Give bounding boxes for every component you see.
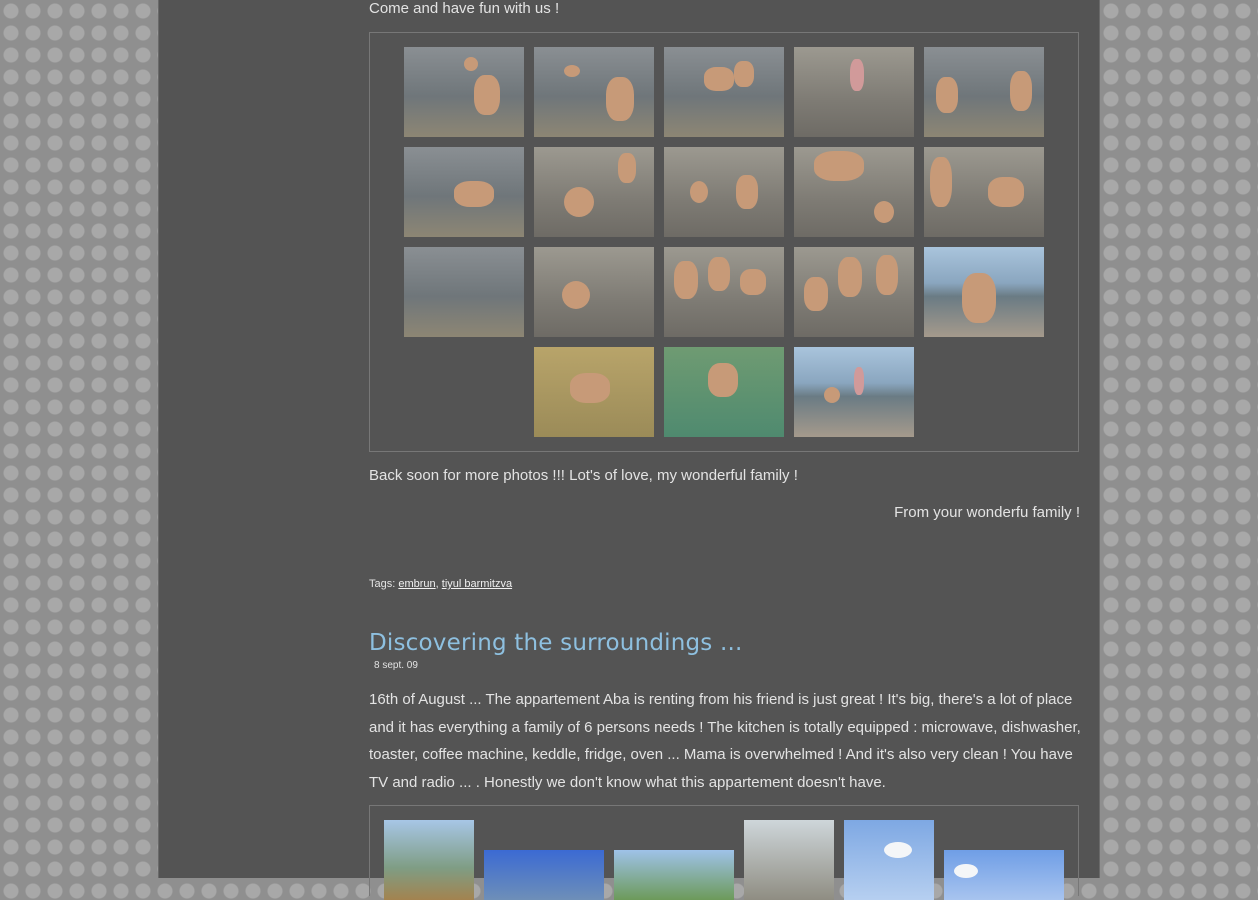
- content-column: Come and have fun with us ! Back soon fo…: [158, 0, 1100, 900]
- gallery-thumbnail[interactable]: [484, 850, 604, 900]
- post-intro-text: Come and have fun with us !: [369, 0, 560, 17]
- tag-link-tiyul-barmitzva[interactable]: tiyul barmitzva: [442, 578, 512, 590]
- gallery-thumbnail[interactable]: [924, 47, 1044, 137]
- gallery-thumbnail[interactable]: [924, 247, 1044, 337]
- gallery-thumbnail[interactable]: [844, 820, 934, 900]
- post-title[interactable]: Discovering the surroundings ...: [369, 630, 743, 656]
- tag-link-embrun[interactable]: embrun: [398, 578, 435, 590]
- post-date: 8 sept. 09: [374, 660, 418, 671]
- gallery-thumbnail[interactable]: [534, 47, 654, 137]
- gallery-thumbnail[interactable]: [404, 47, 524, 137]
- photo-gallery: [369, 805, 1079, 900]
- gallery-thumbnail[interactable]: [534, 147, 654, 237]
- tags-label: Tags:: [369, 578, 396, 590]
- gallery-thumbnail[interactable]: [534, 247, 654, 337]
- gallery-thumbnail[interactable]: [404, 247, 524, 337]
- post-signature: From your wonderfu family !: [894, 504, 1080, 521]
- gallery-thumbnail[interactable]: [744, 820, 834, 900]
- gallery-thumbnail[interactable]: [664, 247, 784, 337]
- gallery-thumbnail[interactable]: [664, 347, 784, 437]
- gallery-thumbnail[interactable]: [384, 820, 474, 900]
- post-tags: Tags: embrun, tiyul barmitzva: [369, 578, 513, 590]
- gallery-thumbnail[interactable]: [794, 347, 914, 437]
- gallery-thumbnail[interactable]: [534, 347, 654, 437]
- post-closing-text: Back soon for more photos !!! Lot's of l…: [369, 467, 798, 484]
- photo-gallery: [369, 32, 1079, 452]
- gallery-thumbnail[interactable]: [664, 147, 784, 237]
- gallery-thumbnail[interactable]: [944, 850, 1064, 900]
- gallery-thumbnail[interactable]: [614, 850, 734, 900]
- post-body: 16th of August ... The appartement Aba i…: [369, 691, 1081, 791]
- gallery-thumbnail[interactable]: [404, 147, 524, 237]
- gallery-thumbnail[interactable]: [794, 147, 914, 237]
- gallery-thumbnail[interactable]: [794, 47, 914, 137]
- gallery-thumbnail[interactable]: [794, 247, 914, 337]
- gallery-thumbnail[interactable]: [924, 147, 1044, 237]
- gallery-thumbnail[interactable]: [664, 47, 784, 137]
